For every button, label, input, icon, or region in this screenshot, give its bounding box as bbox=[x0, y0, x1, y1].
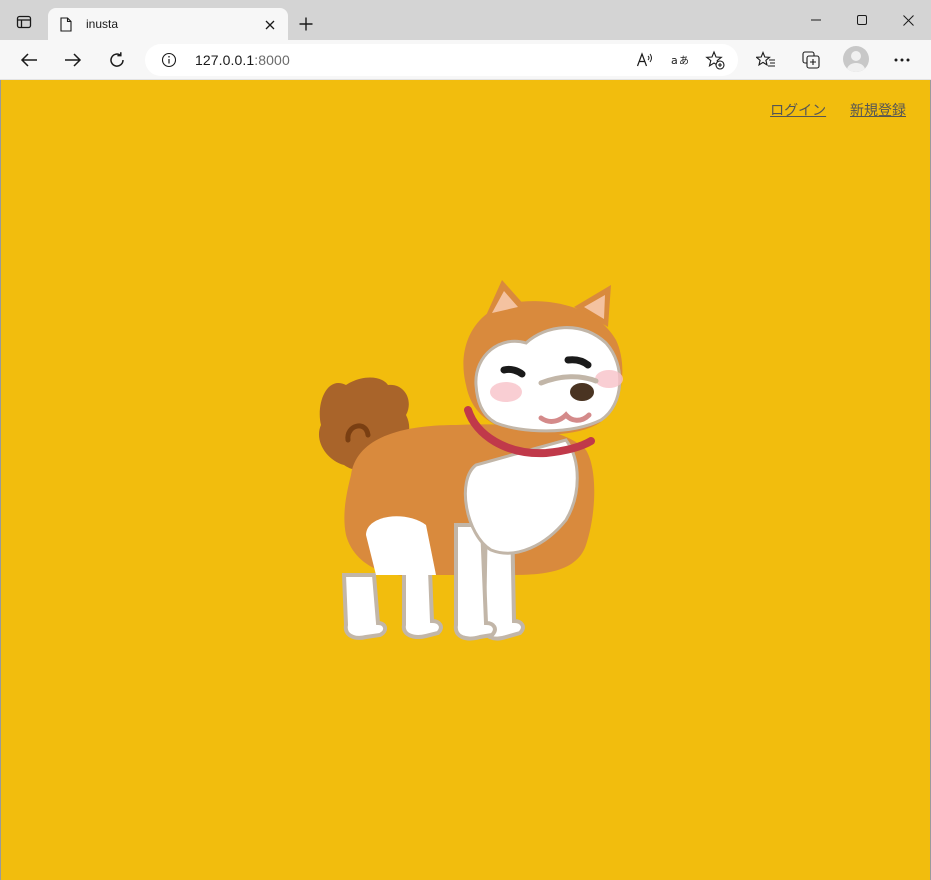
more-icon bbox=[894, 58, 910, 62]
page-icon bbox=[60, 17, 72, 37]
url-port: :8000 bbox=[254, 52, 290, 68]
new-tab-button[interactable] bbox=[292, 10, 320, 38]
url-text[interactable]: 127.0.0.1:8000 bbox=[195, 52, 290, 68]
minimize-icon bbox=[811, 19, 821, 21]
browser-window: inusta 127.0.0.1:8000 a あ ログイン 新規登録 bbox=[0, 0, 931, 880]
tab-strip: inusta bbox=[0, 0, 931, 42]
svg-text:a: a bbox=[671, 54, 678, 67]
translate-button[interactable]: aあ bbox=[666, 48, 694, 72]
profile-icon bbox=[847, 51, 865, 72]
maximize-button[interactable] bbox=[839, 0, 885, 40]
url-host: 127.0.0.1 bbox=[195, 52, 255, 68]
window-close-button[interactable] bbox=[885, 0, 931, 40]
refresh-button[interactable] bbox=[101, 44, 133, 76]
profile-avatar[interactable] bbox=[843, 46, 869, 72]
read-aloud-button[interactable] bbox=[631, 48, 659, 72]
dog-nose bbox=[570, 383, 594, 401]
close-icon[interactable] bbox=[260, 15, 280, 35]
forward-button[interactable] bbox=[57, 44, 89, 76]
akita-dog-illustration bbox=[318, 280, 623, 641]
maximize-icon bbox=[857, 15, 867, 25]
favorites-icon bbox=[756, 51, 775, 67]
tab-title: inusta bbox=[86, 17, 119, 31]
settings-more-button[interactable] bbox=[886, 44, 918, 76]
tab-actions-button[interactable] bbox=[10, 8, 38, 36]
refresh-icon bbox=[110, 52, 124, 67]
tab-actions-icon bbox=[16, 15, 32, 29]
page-content: ログイン 新規登録 bbox=[0, 80, 931, 880]
minimize-button[interactable] bbox=[793, 0, 839, 40]
dog-leg-back-left bbox=[341, 573, 387, 640]
close-icon bbox=[902, 14, 914, 26]
read-aloud-icon bbox=[636, 52, 652, 67]
back-arrow-icon bbox=[20, 53, 37, 67]
svg-text:あ: あ bbox=[679, 55, 689, 67]
star-add-icon bbox=[705, 50, 725, 70]
dog-leg-back-right bbox=[401, 568, 443, 639]
back-button[interactable] bbox=[13, 44, 45, 76]
collections-button[interactable] bbox=[795, 44, 827, 76]
collections-icon bbox=[802, 51, 820, 69]
register-link[interactable]: 新規登録 bbox=[850, 102, 906, 118]
info-icon[interactable] bbox=[161, 52, 177, 73]
favorites-button[interactable] bbox=[750, 44, 782, 76]
auth-nav: ログイン 新規登録 bbox=[750, 100, 906, 120]
add-favorite-button[interactable] bbox=[701, 48, 729, 72]
toolbar: 127.0.0.1:8000 aあ bbox=[0, 40, 931, 80]
login-link[interactable]: ログイン bbox=[770, 102, 826, 118]
translate-icon: aあ bbox=[671, 54, 689, 67]
forward-arrow-icon bbox=[65, 53, 82, 67]
tab-inusta[interactable]: inusta bbox=[48, 8, 288, 42]
plus-icon bbox=[299, 17, 313, 31]
address-bar[interactable]: 127.0.0.1:8000 aあ bbox=[145, 44, 738, 76]
